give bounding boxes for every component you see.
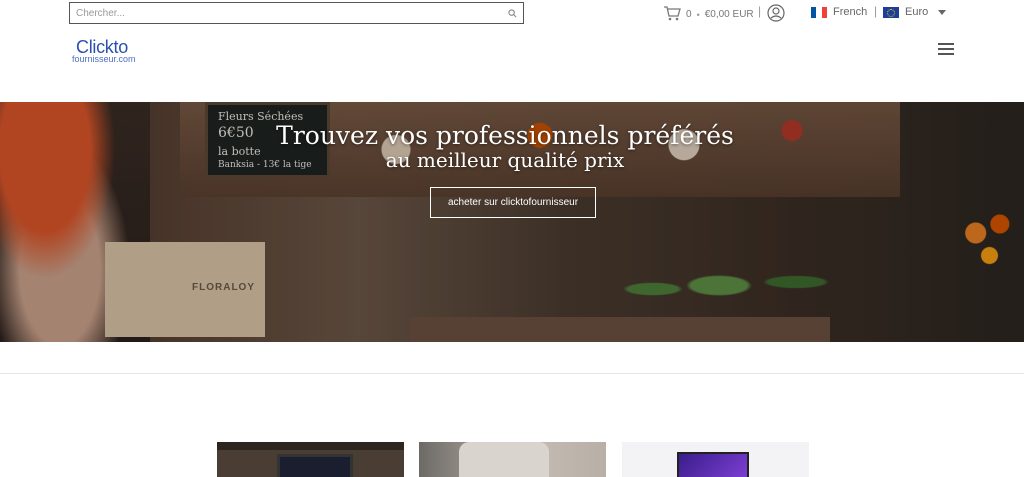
logo-line-2: fournisseur.com bbox=[72, 54, 136, 64]
hamburger-menu-icon[interactable] bbox=[938, 43, 954, 55]
category-card-image[interactable] bbox=[217, 442, 404, 477]
shop-now-button[interactable]: acheter sur clicktofournisseur bbox=[430, 187, 596, 218]
search-input[interactable] bbox=[76, 7, 507, 19]
cart-icon[interactable] bbox=[663, 5, 681, 24]
search-icon[interactable] bbox=[507, 8, 517, 18]
hero-subtitle: au meilleur qualité prix bbox=[385, 148, 625, 172]
cart-count: 0 bbox=[686, 9, 692, 20]
category-card-image[interactable] bbox=[419, 442, 606, 477]
site-logo[interactable]: Clickto fournisseur.com bbox=[72, 38, 136, 64]
category-card-image[interactable] bbox=[622, 442, 809, 477]
language-selector[interactable]: French bbox=[811, 6, 867, 18]
cart-total: €0,00 EUR bbox=[704, 9, 754, 20]
search-box[interactable] bbox=[69, 2, 524, 24]
eu-flag-icon bbox=[883, 6, 899, 18]
cart-separator: • bbox=[696, 9, 700, 20]
language-label: French bbox=[833, 6, 868, 18]
section-divider bbox=[0, 373, 1024, 374]
france-flag-icon bbox=[811, 6, 827, 18]
hero-title: Trouvez vos professionnels préférés bbox=[276, 121, 734, 150]
cart-summary[interactable]: 0 • €0,00 EUR bbox=[663, 5, 754, 24]
user-account-icon[interactable] bbox=[767, 4, 785, 22]
currency-selector[interactable]: Euro bbox=[883, 6, 947, 18]
divider: | bbox=[758, 4, 762, 18]
currency-label: Euro bbox=[905, 6, 929, 18]
divider: | bbox=[874, 4, 878, 18]
chevron-down-icon bbox=[938, 9, 947, 15]
